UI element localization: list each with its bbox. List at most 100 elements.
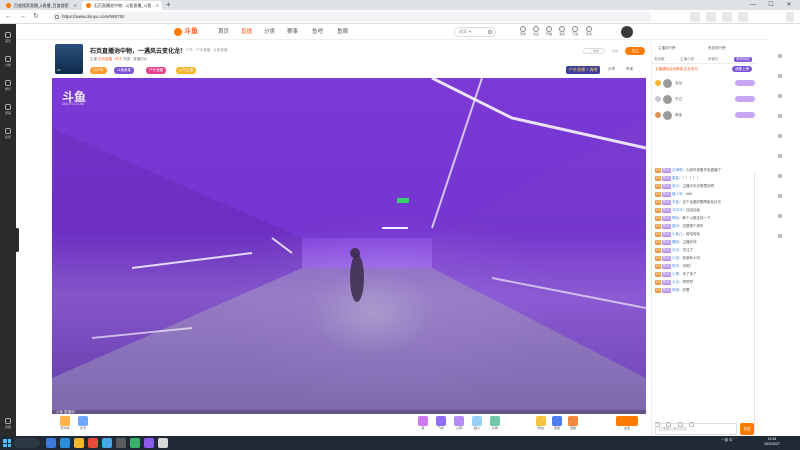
anchor-avatar[interactable]: LV [55, 44, 83, 74]
start-live-button[interactable]: 开播 [542, 26, 556, 36]
recharge-button[interactable]: 充值 [614, 416, 640, 432]
follow-list-button[interactable]: 关注 [529, 26, 543, 36]
messages-button[interactable]: 消息 [555, 26, 569, 36]
chat-username[interactable]: 天蓝 [672, 200, 679, 204]
nav-link-category[interactable]: 分类 [264, 27, 275, 37]
browser-tab[interactable]: 百度搜索直播_8直播_百度搜索 ✕ [2, 1, 80, 10]
chat-username[interactable]: 小黑 [672, 272, 679, 276]
join-rank-button[interactable]: 我要上榜 [732, 66, 752, 72]
chat-username[interactable]: 小鱼儿 [672, 232, 683, 236]
fan-badge[interactable]: 粉丝 [662, 216, 672, 221]
site-logo[interactable]: 斗鱼 [174, 26, 198, 38]
new-tab-button[interactable]: + [166, 0, 171, 10]
profile-icon[interactable] [738, 12, 748, 22]
chrome-icon[interactable] [88, 438, 98, 448]
extension-icon[interactable] [690, 12, 700, 22]
tool-icon[interactable] [778, 194, 782, 198]
reload-icon[interactable]: ↻ [33, 12, 39, 22]
sidebar-item-events[interactable]: 赛事 [0, 104, 16, 115]
nav-link-live[interactable]: 直播 [241, 27, 252, 37]
gift-item[interactable]: 贵族 [550, 416, 564, 432]
room-badge[interactable]: 人气主播 [176, 67, 196, 74]
fan-badge[interactable]: 粉丝 [662, 232, 672, 237]
fan-badge[interactable]: 粉丝 [662, 272, 672, 277]
history-button[interactable]: 历史 [516, 26, 530, 36]
nav-link-events[interactable]: 赛事 [287, 27, 298, 37]
app-icon[interactable] [144, 438, 154, 448]
weekly-rank-badge[interactable]: 户外直播 7 周榜 [566, 66, 601, 74]
report-stat[interactable]: 举报 [626, 67, 633, 72]
bookmark-icon[interactable] [722, 12, 732, 22]
chat-username[interactable]: 路人甲 [672, 192, 683, 196]
chat-username[interactable]: 星星 [672, 176, 679, 180]
url-field[interactable]: https://www.douyu.com/565792 [52, 12, 652, 22]
gift-item[interactable]: 荧光棒 [58, 416, 72, 432]
taskbar-search[interactable] [14, 438, 40, 448]
maximize-icon[interactable]: ☐ [762, 0, 780, 10]
fan-badge[interactable]: 粉丝 [662, 288, 672, 293]
system-tray[interactable]: ^ 英 中 [722, 438, 733, 443]
chat-username[interactable]: 宝贝 [672, 184, 679, 188]
search-icon[interactable] [488, 30, 492, 34]
fan-badge[interactable]: 粉丝 [662, 184, 672, 189]
gift-item[interactable]: 超火 [470, 416, 484, 432]
chat-scrollbar[interactable] [753, 172, 755, 432]
browser-tab-active[interactable]: 石页直播池中物...斗鱼直播_斗鱼... ✕ [82, 1, 162, 10]
chat-input[interactable]: 这里输入聊天内容 [655, 423, 737, 435]
nav-link-video[interactable]: 鱼眼 [337, 27, 348, 37]
app-icon[interactable] [130, 438, 140, 448]
edge-icon[interactable] [60, 438, 70, 448]
sidebar-item-entertainment[interactable]: 娱乐 [0, 80, 16, 91]
gift-item[interactable]: 粉丝 [534, 416, 548, 432]
chat-username[interactable]: 冲冲冲 [672, 208, 683, 212]
gift-item[interactable]: 飞机 [434, 416, 448, 432]
fan-badge[interactable]: 粉丝 [662, 280, 672, 285]
report-button[interactable]: ◯ 举报 [583, 48, 605, 54]
sidebar-item-category[interactable]: 分类 [0, 56, 16, 67]
nav-link-home[interactable]: 首页 [218, 27, 229, 37]
rank-row[interactable]: 龙龙 [655, 78, 755, 90]
tool-icon[interactable] [778, 174, 782, 178]
taskbar-clock[interactable]: 19:34 2022/3/27 [760, 437, 784, 447]
app-icon[interactable] [102, 438, 112, 448]
chat-username[interactable]: 小张 [672, 256, 679, 260]
rank-row[interactable]: 萌宝 [655, 110, 755, 122]
subtab-admins[interactable]: 房管队 [708, 57, 719, 62]
tool-icon[interactable] [778, 74, 782, 78]
folder-icon[interactable] [74, 438, 84, 448]
fan-badge[interactable]: 粉丝 [662, 176, 672, 181]
send-button[interactable]: 发送 [740, 423, 754, 435]
sidebar-item-support[interactable]: 客服 [0, 418, 16, 429]
gift-item[interactable]: 礼物 [488, 416, 502, 432]
tool-icon[interactable] [778, 94, 782, 98]
chat-username[interactable]: 阿杰 [672, 264, 679, 268]
tool-icon[interactable] [778, 114, 782, 118]
chat-username[interactable]: 大白 [672, 280, 679, 284]
follow-button[interactable]: 关注 [625, 47, 645, 55]
menu-icon[interactable] [786, 12, 794, 22]
chat-username[interactable]: 月光 [672, 248, 679, 252]
sidebar-item-home[interactable]: 首页 [0, 32, 16, 43]
app-icon[interactable] [158, 438, 168, 448]
room-badge[interactable]: 口户外 [90, 67, 107, 74]
gift-item[interactable]: 办卡 [76, 416, 90, 432]
tab-anchor-rank[interactable]: 主播排行榜 [658, 46, 676, 51]
nav-link-forum[interactable]: 鱼吧 [312, 27, 323, 37]
extension-icon[interactable] [706, 12, 716, 22]
subtab-weekly[interactable]: 周贡献 [654, 57, 665, 62]
tab-vip-rank[interactable]: 贵宾排行榜 [708, 46, 726, 51]
taskview-icon[interactable] [46, 438, 56, 448]
rank-row[interactable]: 不过 [655, 94, 755, 106]
close-window-icon[interactable]: ✕ [780, 0, 798, 10]
chat-username[interactable]: 暖阳 [672, 240, 679, 244]
site-search-input[interactable]: 搜索 ▼ [454, 27, 496, 37]
fan-badge[interactable]: 粉丝 [662, 224, 672, 229]
chat-username[interactable]: 阿明 [672, 288, 679, 292]
windows-start-icon[interactable] [3, 439, 11, 447]
tool-icon[interactable] [778, 134, 782, 138]
tab-close-icon[interactable]: ✕ [74, 1, 77, 10]
fan-badge[interactable]: 粉丝 [662, 264, 672, 269]
fan-badge[interactable]: 粉丝 [662, 240, 672, 245]
app-icon[interactable] [116, 438, 126, 448]
tool-icon[interactable] [778, 234, 782, 238]
